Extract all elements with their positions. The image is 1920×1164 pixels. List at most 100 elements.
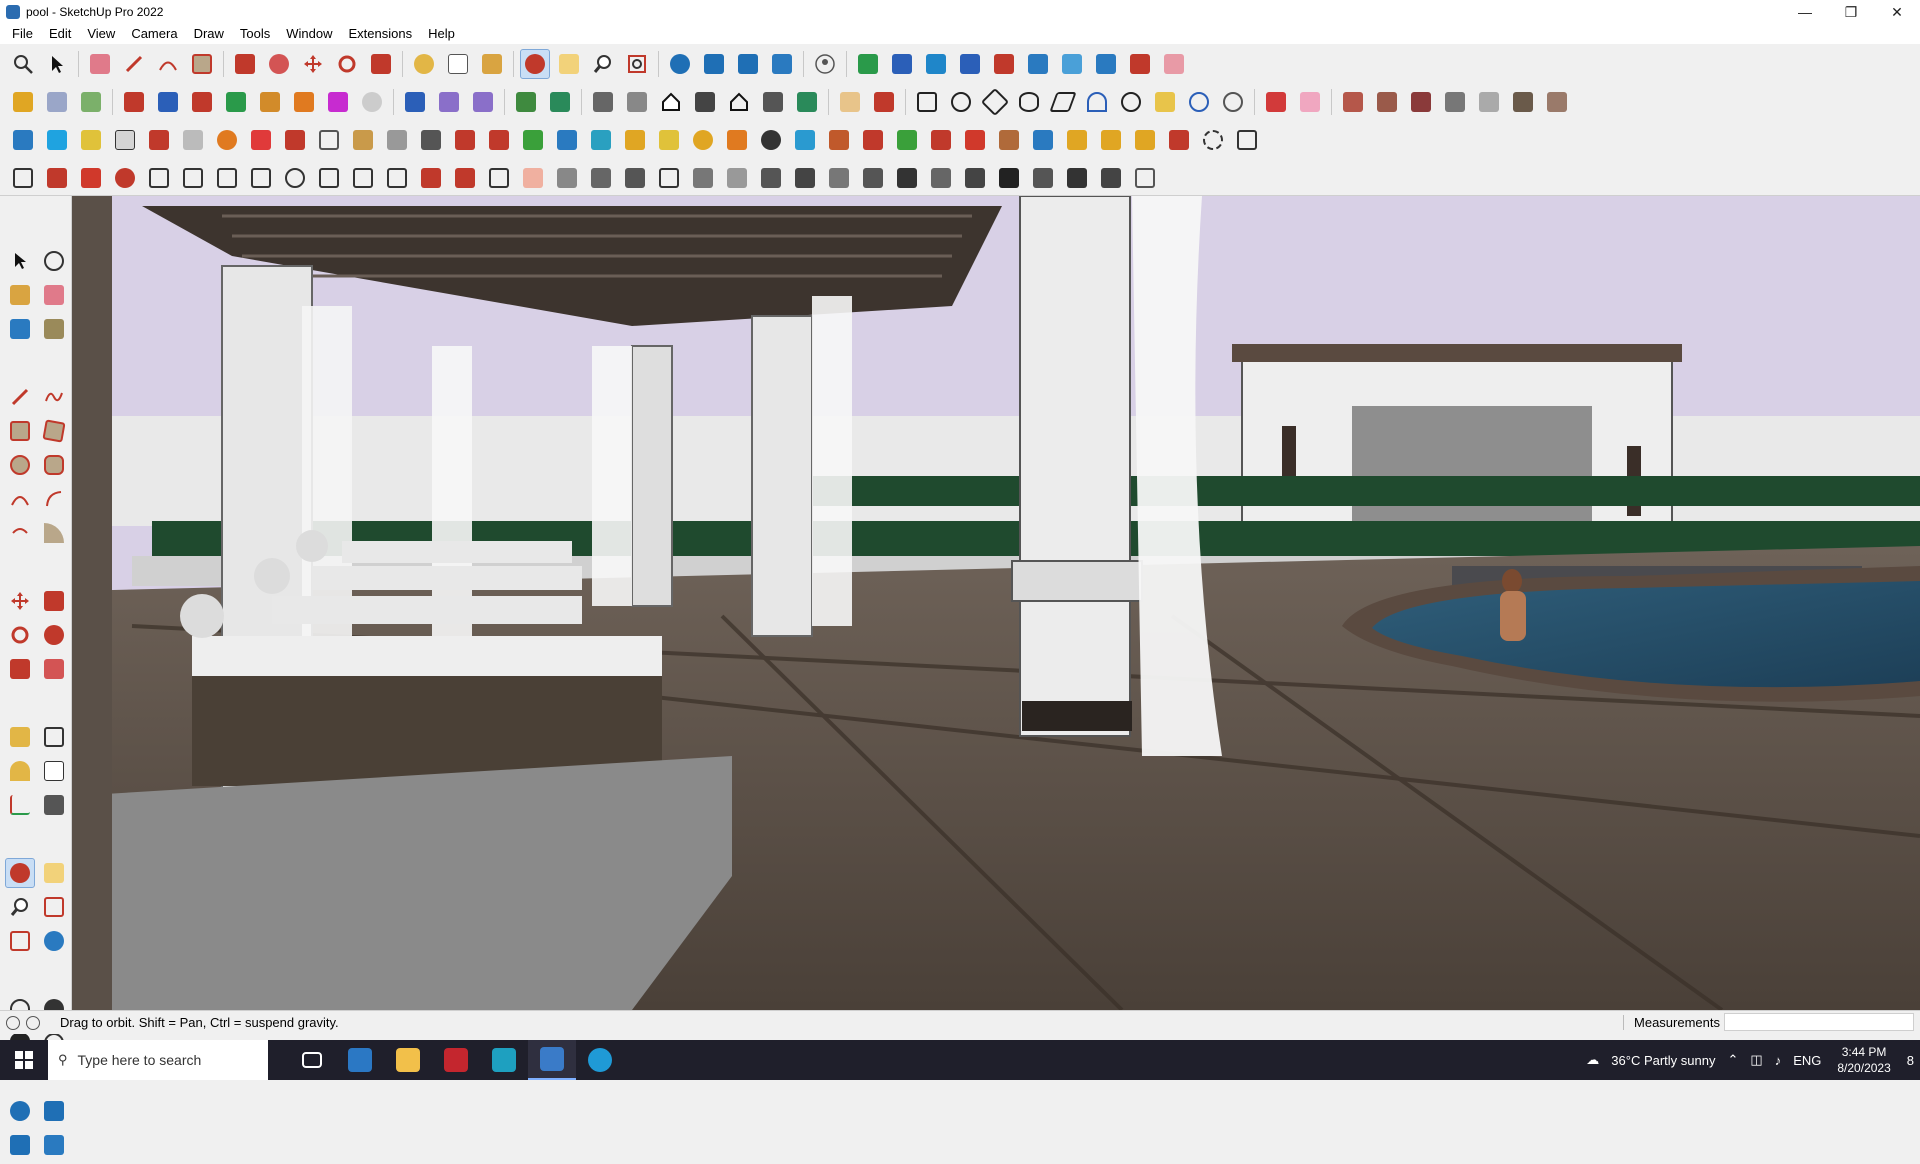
protractor-tool[interactable] <box>5 756 35 786</box>
dimension-tool[interactable] <box>39 722 69 752</box>
select-tool[interactable] <box>5 246 35 276</box>
extension-manager-button[interactable] <box>767 49 797 79</box>
shape-2-button[interactable] <box>946 87 976 117</box>
component-tool[interactable] <box>5 314 35 344</box>
line-tool-c-button[interactable] <box>468 87 498 117</box>
axes-tool[interactable] <box>5 790 35 820</box>
line-tool[interactable] <box>5 382 35 412</box>
layout-tool[interactable] <box>5 1130 35 1160</box>
shape-7-button[interactable] <box>1116 87 1146 117</box>
face-1-button[interactable] <box>8 125 38 155</box>
volume-icon[interactable]: ♪ <box>1769 1053 1788 1068</box>
eraser-tool[interactable] <box>39 280 69 310</box>
acrobat-app[interactable] <box>432 1040 480 1080</box>
undo-button[interactable] <box>1091 49 1121 79</box>
curve-tool-21-button[interactable] <box>892 125 922 155</box>
notifications-badge[interactable]: 8 <box>1901 1053 1920 1068</box>
rotate-tool[interactable] <box>5 620 35 650</box>
eraser-button[interactable] <box>85 49 115 79</box>
network-icon[interactable]: ◫ <box>1744 1052 1768 1068</box>
draw-34-button[interactable] <box>1130 163 1160 193</box>
draw-32-button[interactable] <box>1062 163 1092 193</box>
curve-tool-7-button[interactable] <box>416 125 446 155</box>
down-arrows-button[interactable] <box>989 49 1019 79</box>
draw-20-button[interactable] <box>654 163 684 193</box>
text-tool[interactable] <box>39 756 69 786</box>
thicken-button[interactable] <box>255 87 285 117</box>
curve-tool-31-button[interactable] <box>1232 125 1262 155</box>
search-tool-button[interactable] <box>8 49 38 79</box>
shape-8-button[interactable] <box>1150 87 1180 117</box>
normal-push-pull-button[interactable] <box>221 87 251 117</box>
material-5-button[interactable] <box>1474 87 1504 117</box>
follow-me-button[interactable] <box>264 49 294 79</box>
curve-tool-25-button[interactable] <box>1028 125 1058 155</box>
face-2-button[interactable] <box>42 125 72 155</box>
draw-13-button[interactable] <box>416 163 446 193</box>
line-tool-a-button[interactable] <box>400 87 430 117</box>
dimension-button[interactable] <box>1261 87 1291 117</box>
task-view-button[interactable] <box>288 1040 336 1080</box>
material-3-button[interactable] <box>1406 87 1436 117</box>
model-viewport[interactable] <box>72 196 1920 1010</box>
material-4-button[interactable] <box>1440 87 1470 117</box>
curve-tool-28-button[interactable] <box>1130 125 1160 155</box>
maximize-button[interactable]: ❐ <box>1828 0 1874 24</box>
three-point-arc-tool[interactable] <box>5 518 35 548</box>
shape-1-button[interactable] <box>912 87 942 117</box>
menu-draw[interactable]: Draw <box>186 24 232 44</box>
zoom-tool[interactable] <box>5 892 35 922</box>
draw-16-button[interactable] <box>518 163 548 193</box>
curve-tool-23-button[interactable] <box>960 125 990 155</box>
curve-tool-16-button[interactable] <box>722 125 752 155</box>
leaf-button[interactable] <box>835 87 865 117</box>
app-3-button[interactable] <box>480 1040 528 1080</box>
menu-file[interactable]: File <box>4 24 41 44</box>
paint-bucket-button[interactable] <box>477 49 507 79</box>
follow-button[interactable] <box>323 87 353 117</box>
display-section-button[interactable] <box>887 49 917 79</box>
curve-tool-2-button[interactable] <box>246 125 276 155</box>
paint-tool[interactable] <box>5 280 35 310</box>
draw-31-button[interactable] <box>1028 163 1058 193</box>
curve-tool-24-button[interactable] <box>994 125 1024 155</box>
vector-push-pull-button[interactable] <box>187 87 217 117</box>
curve-tool-8-button[interactable] <box>450 125 480 155</box>
previous-view-tool[interactable] <box>39 926 69 956</box>
shape-4-button[interactable] <box>1014 87 1044 117</box>
push-pull-button[interactable] <box>230 49 260 79</box>
warehouse-button[interactable] <box>665 49 695 79</box>
taskbar-search[interactable]: ⚲ Type here to search <box>48 1040 268 1080</box>
user-button[interactable] <box>810 49 840 79</box>
face-5-button[interactable] <box>144 125 174 155</box>
house-6-button[interactable] <box>758 87 788 117</box>
curve-tool-20-button[interactable] <box>858 125 888 155</box>
draw-23-button[interactable] <box>756 163 786 193</box>
section-cut-button[interactable] <box>921 49 951 79</box>
draw-27-button[interactable] <box>892 163 922 193</box>
rectangle-button[interactable] <box>187 49 217 79</box>
curve-tool-17-button[interactable] <box>756 125 786 155</box>
solid-button[interactable] <box>76 87 106 117</box>
draw-30-button[interactable] <box>994 163 1024 193</box>
shape-5-button[interactable] <box>1048 87 1078 117</box>
minimize-button[interactable]: — <box>1782 0 1828 24</box>
menu-edit[interactable]: Edit <box>41 24 79 44</box>
draw-2-button[interactable] <box>42 163 72 193</box>
language-indicator[interactable]: ENG <box>1787 1053 1827 1068</box>
info-icon[interactable] <box>26 1015 40 1030</box>
weather-text[interactable]: 36°C Partly sunny <box>1605 1053 1721 1068</box>
model-info-button[interactable] <box>1057 49 1087 79</box>
curve-tool-11-button[interactable] <box>552 125 582 155</box>
curve-tool-18-button[interactable] <box>790 125 820 155</box>
component-button[interactable] <box>8 87 38 117</box>
extension-manager-tool[interactable] <box>39 1130 69 1160</box>
line-tool-b-button[interactable] <box>434 87 464 117</box>
tape-measure-tool[interactable] <box>5 722 35 752</box>
orbit-tool[interactable] <box>5 858 35 888</box>
chevron-up-icon[interactable]: ⌃ <box>1722 1052 1745 1068</box>
3d-text-tool[interactable] <box>39 790 69 820</box>
draw-10-button[interactable] <box>314 163 344 193</box>
lasso-tool[interactable] <box>39 246 69 276</box>
rotated-rectangle-tool[interactable] <box>39 416 69 446</box>
